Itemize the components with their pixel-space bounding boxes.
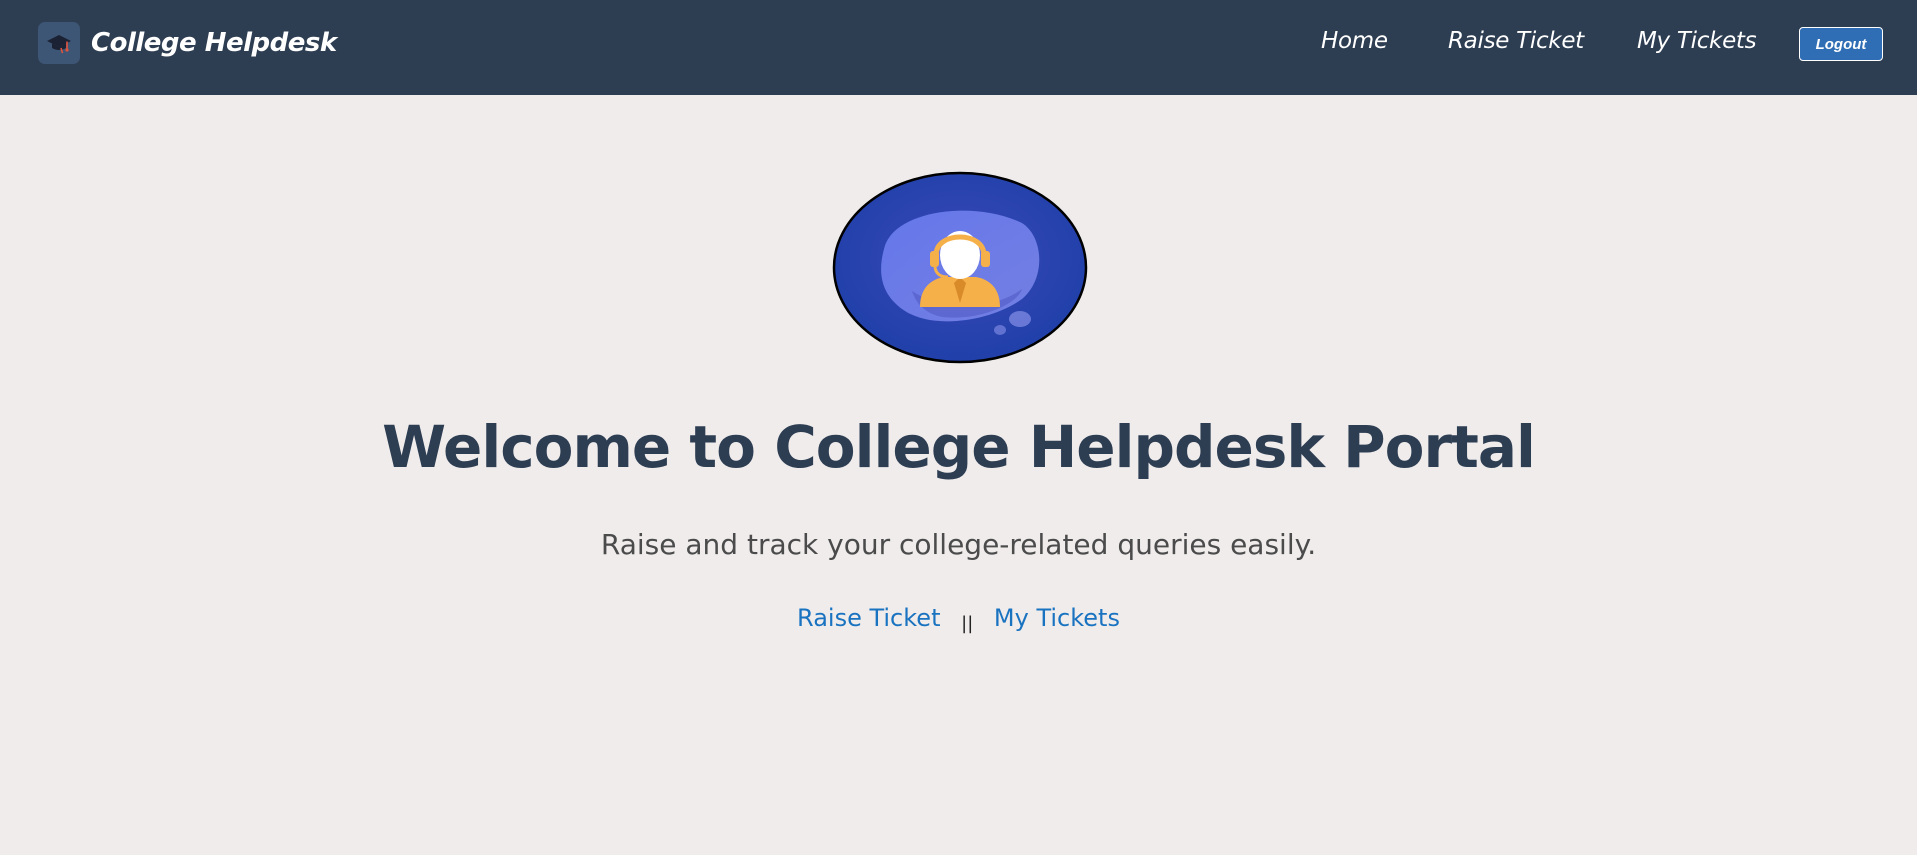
my-tickets-link[interactable]: My Tickets [994,604,1120,632]
page-subtitle: Raise and track your college-related que… [600,528,1317,561]
nav-raise-ticket-link[interactable]: Raise Ticket [1448,28,1584,54]
top-navbar: College Helpdesk Home Raise Ticket My Ti… [0,0,1917,95]
quick-links: Raise Ticket || My Tickets [0,604,1917,634]
link-separator: || [961,613,974,634]
page-title: Welcome to College Helpdesk Portal [382,413,1536,481]
nav-home-link[interactable]: Home [1321,28,1388,54]
nav-my-tickets-link[interactable]: My Tickets [1637,28,1757,54]
graduation-cap-icon [38,22,80,64]
raise-ticket-link[interactable]: Raise Ticket [797,604,940,632]
brand-name: College Helpdesk [91,28,337,58]
support-agent-headset-icon [832,171,1088,364]
logout-button[interactable]: Logout [1799,27,1883,61]
brand-link[interactable]: College Helpdesk [38,22,337,64]
